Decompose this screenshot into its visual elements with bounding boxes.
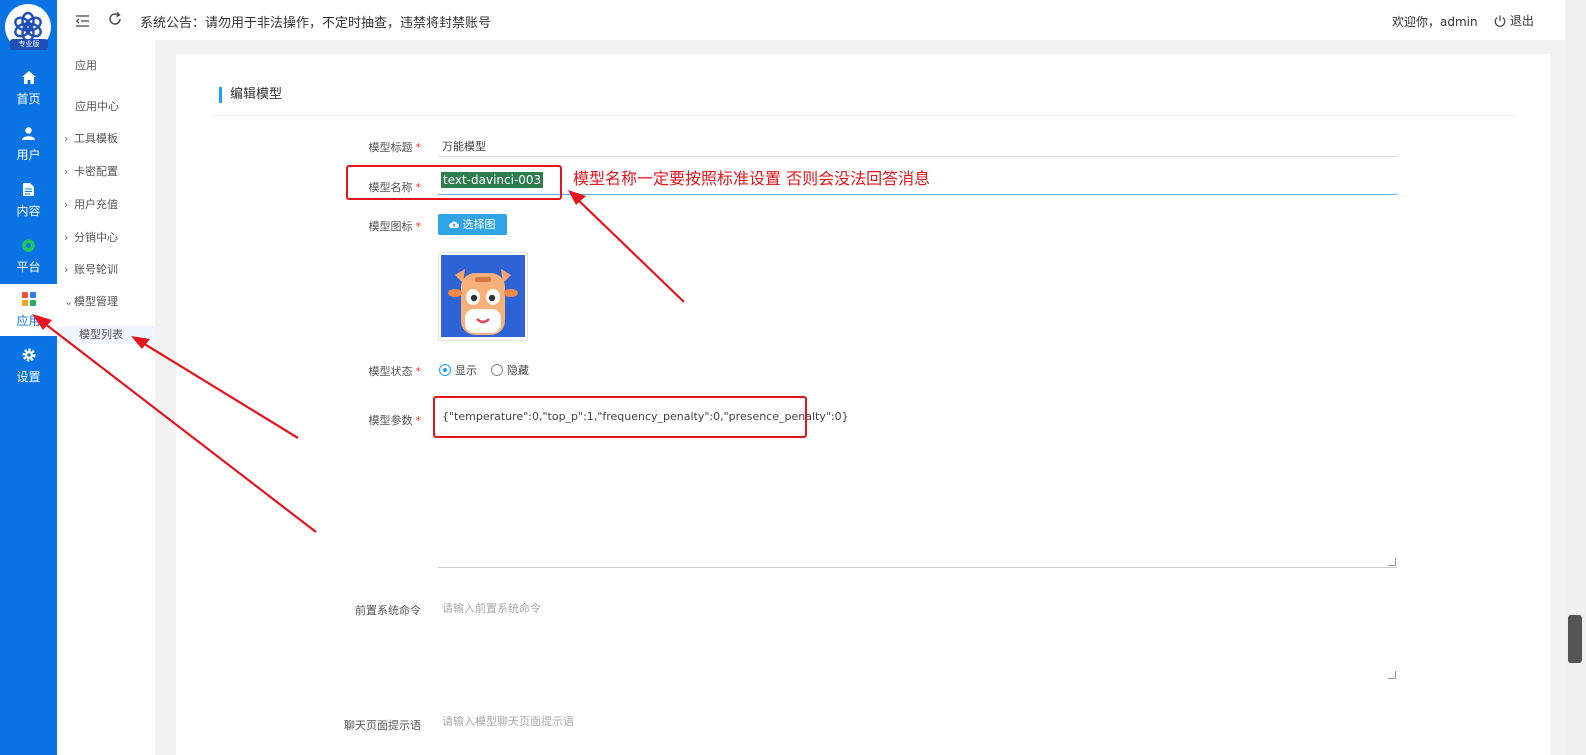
arrow-to-apps (39, 319, 317, 533)
arrow-to-model-name (573, 195, 685, 303)
arrow-to-model-list (137, 339, 299, 439)
arrowhead-model-list (131, 336, 150, 349)
annotation-arrows (32, 190, 685, 533)
arrowhead-model-name (568, 190, 586, 205)
